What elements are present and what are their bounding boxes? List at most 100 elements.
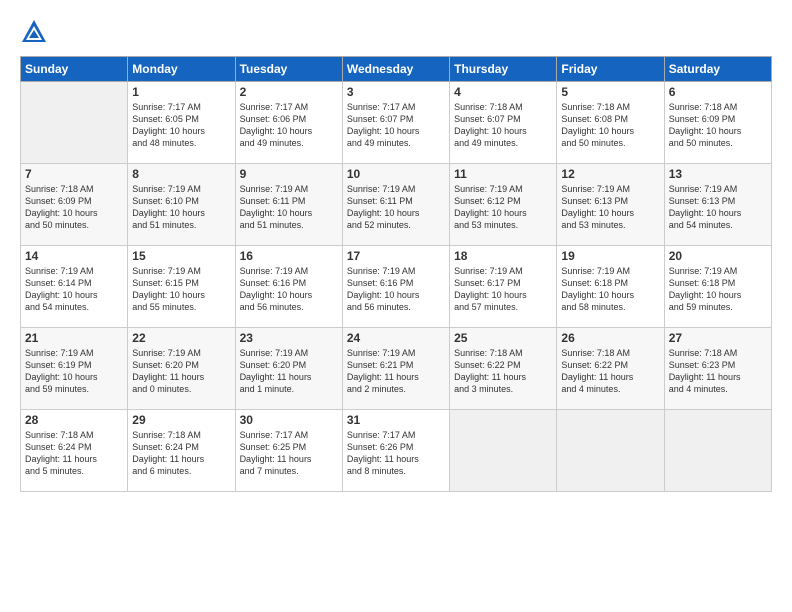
day-info: Sunrise: 7:19 AM Sunset: 6:19 PM Dayligh…	[25, 348, 98, 394]
day-cell: 3 Sunrise: 7:17 AM Sunset: 6:07 PM Daylig…	[342, 82, 449, 164]
day-number: 20	[669, 249, 767, 263]
day-number: 24	[347, 331, 445, 345]
day-number: 14	[25, 249, 123, 263]
day-info: Sunrise: 7:18 AM Sunset: 6:23 PM Dayligh…	[669, 348, 741, 394]
day-info: Sunrise: 7:18 AM Sunset: 6:09 PM Dayligh…	[25, 184, 98, 230]
day-number: 18	[454, 249, 552, 263]
day-info: Sunrise: 7:17 AM Sunset: 6:07 PM Dayligh…	[347, 102, 420, 148]
day-number: 30	[240, 413, 338, 427]
day-cell: 17Sunrise: 7:19 AM Sunset: 6:16 PM Dayli…	[342, 246, 449, 328]
day-info: Sunrise: 7:18 AM Sunset: 6:22 PM Dayligh…	[561, 348, 633, 394]
day-cell: 11 Sunrise: 7:19 AM Sunset: 6:12 PM Dayli…	[450, 164, 557, 246]
day-cell: 30 Sunrise: 7:17 AM Sunset: 6:25 PM Dayli…	[235, 410, 342, 492]
calendar-table: SundayMondayTuesdayWednesdayThursdayFrid…	[20, 56, 772, 492]
day-info: Sunrise: 7:18 AM Sunset: 6:24 PM Dayligh…	[25, 430, 97, 476]
header-cell-friday: Friday	[557, 57, 664, 82]
day-number: 28	[25, 413, 123, 427]
day-number: 10	[347, 167, 445, 181]
day-info: Sunrise: 7:17 AM Sunset: 6:06 PM Dayligh…	[240, 102, 313, 148]
day-cell: 9Sunrise: 7:19 AM Sunset: 6:11 PM Daylig…	[235, 164, 342, 246]
day-cell: 24 Sunrise: 7:19 AM Sunset: 6:21 PM Dayli…	[342, 328, 449, 410]
day-number: 2	[240, 85, 338, 99]
day-cell: 29 Sunrise: 7:18 AM Sunset: 6:24 PM Dayli…	[128, 410, 235, 492]
day-number: 12	[561, 167, 659, 181]
day-info: Sunrise: 7:17 AM Sunset: 6:26 PM Dayligh…	[347, 430, 419, 476]
header-cell-tuesday: Tuesday	[235, 57, 342, 82]
day-number: 26	[561, 331, 659, 345]
day-cell: 15Sunrise: 7:19 AM Sunset: 6:15 PM Dayli…	[128, 246, 235, 328]
day-number: 7	[25, 167, 123, 181]
day-info: Sunrise: 7:19 AM Sunset: 6:15 PM Dayligh…	[132, 266, 205, 312]
day-cell: 7 Sunrise: 7:18 AM Sunset: 6:09 PM Daylig…	[21, 164, 128, 246]
day-cell: 19 Sunrise: 7:19 AM Sunset: 6:18 PM Dayli…	[557, 246, 664, 328]
day-info: Sunrise: 7:19 AM Sunset: 6:20 PM Dayligh…	[132, 348, 204, 394]
logo	[20, 18, 52, 46]
day-info: Sunrise: 7:19 AM Sunset: 6:11 PM Dayligh…	[240, 184, 313, 230]
day-cell	[557, 410, 664, 492]
day-number: 16	[240, 249, 338, 263]
day-number: 1	[132, 85, 230, 99]
header-cell-thursday: Thursday	[450, 57, 557, 82]
week-row-5: 28 Sunrise: 7:18 AM Sunset: 6:24 PM Dayli…	[21, 410, 772, 492]
day-number: 23	[240, 331, 338, 345]
day-info: Sunrise: 7:19 AM Sunset: 6:11 PM Dayligh…	[347, 184, 420, 230]
day-cell: 14Sunrise: 7:19 AM Sunset: 6:14 PM Dayli…	[21, 246, 128, 328]
day-info: Sunrise: 7:19 AM Sunset: 6:13 PM Dayligh…	[669, 184, 742, 230]
day-info: Sunrise: 7:17 AM Sunset: 6:25 PM Dayligh…	[240, 430, 312, 476]
day-number: 19	[561, 249, 659, 263]
day-cell: 6 Sunrise: 7:18 AM Sunset: 6:09 PM Daylig…	[664, 82, 771, 164]
day-cell	[450, 410, 557, 492]
day-cell: 22 Sunrise: 7:19 AM Sunset: 6:20 PM Dayli…	[128, 328, 235, 410]
day-number: 29	[132, 413, 230, 427]
day-cell: 21 Sunrise: 7:19 AM Sunset: 6:19 PM Dayli…	[21, 328, 128, 410]
day-info: Sunrise: 7:19 AM Sunset: 6:21 PM Dayligh…	[347, 348, 419, 394]
day-cell: 5Sunrise: 7:18 AM Sunset: 6:08 PM Daylig…	[557, 82, 664, 164]
day-cell: 12 Sunrise: 7:19 AM Sunset: 6:13 PM Dayli…	[557, 164, 664, 246]
week-row-1: 1 Sunrise: 7:17 AM Sunset: 6:05 PM Daylig…	[21, 82, 772, 164]
day-info: Sunrise: 7:19 AM Sunset: 6:18 PM Dayligh…	[561, 266, 634, 312]
day-info: Sunrise: 7:19 AM Sunset: 6:13 PM Dayligh…	[561, 184, 634, 230]
header-cell-wednesday: Wednesday	[342, 57, 449, 82]
day-cell: 31 Sunrise: 7:17 AM Sunset: 6:26 PM Dayli…	[342, 410, 449, 492]
day-number: 6	[669, 85, 767, 99]
day-info: Sunrise: 7:19 AM Sunset: 6:12 PM Dayligh…	[454, 184, 527, 230]
day-cell: 26 Sunrise: 7:18 AM Sunset: 6:22 PM Dayli…	[557, 328, 664, 410]
day-cell: 8Sunrise: 7:19 AM Sunset: 6:10 PM Daylig…	[128, 164, 235, 246]
day-number: 3	[347, 85, 445, 99]
day-cell: 20 Sunrise: 7:19 AM Sunset: 6:18 PM Dayli…	[664, 246, 771, 328]
day-info: Sunrise: 7:18 AM Sunset: 6:07 PM Dayligh…	[454, 102, 527, 148]
header	[20, 18, 772, 46]
day-info: Sunrise: 7:19 AM Sunset: 6:18 PM Dayligh…	[669, 266, 742, 312]
logo-icon	[20, 18, 48, 46]
day-cell: 13Sunrise: 7:19 AM Sunset: 6:13 PM Dayli…	[664, 164, 771, 246]
day-cell: 28 Sunrise: 7:18 AM Sunset: 6:24 PM Dayli…	[21, 410, 128, 492]
day-info: Sunrise: 7:18 AM Sunset: 6:09 PM Dayligh…	[669, 102, 742, 148]
day-number: 31	[347, 413, 445, 427]
day-cell: 23Sunrise: 7:19 AM Sunset: 6:20 PM Dayli…	[235, 328, 342, 410]
day-number: 8	[132, 167, 230, 181]
day-number: 25	[454, 331, 552, 345]
day-number: 4	[454, 85, 552, 99]
day-number: 22	[132, 331, 230, 345]
day-cell: 27Sunrise: 7:18 AM Sunset: 6:23 PM Dayli…	[664, 328, 771, 410]
day-info: Sunrise: 7:19 AM Sunset: 6:16 PM Dayligh…	[347, 266, 420, 312]
day-info: Sunrise: 7:19 AM Sunset: 6:16 PM Dayligh…	[240, 266, 313, 312]
week-row-2: 7 Sunrise: 7:18 AM Sunset: 6:09 PM Daylig…	[21, 164, 772, 246]
day-info: Sunrise: 7:18 AM Sunset: 6:22 PM Dayligh…	[454, 348, 526, 394]
day-info: Sunrise: 7:18 AM Sunset: 6:08 PM Dayligh…	[561, 102, 634, 148]
day-cell: 2 Sunrise: 7:17 AM Sunset: 6:06 PM Daylig…	[235, 82, 342, 164]
header-row: SundayMondayTuesdayWednesdayThursdayFrid…	[21, 57, 772, 82]
header-cell-saturday: Saturday	[664, 57, 771, 82]
week-row-3: 14Sunrise: 7:19 AM Sunset: 6:14 PM Dayli…	[21, 246, 772, 328]
day-number: 21	[25, 331, 123, 345]
header-cell-monday: Monday	[128, 57, 235, 82]
day-info: Sunrise: 7:18 AM Sunset: 6:24 PM Dayligh…	[132, 430, 204, 476]
day-number: 11	[454, 167, 552, 181]
day-info: Sunrise: 7:19 AM Sunset: 6:17 PM Dayligh…	[454, 266, 527, 312]
calendar-page: SundayMondayTuesdayWednesdayThursdayFrid…	[0, 0, 792, 612]
day-info: Sunrise: 7:17 AM Sunset: 6:05 PM Dayligh…	[132, 102, 205, 148]
day-cell	[21, 82, 128, 164]
day-cell: 1 Sunrise: 7:17 AM Sunset: 6:05 PM Daylig…	[128, 82, 235, 164]
day-cell: 18 Sunrise: 7:19 AM Sunset: 6:17 PM Dayli…	[450, 246, 557, 328]
day-cell: 4 Sunrise: 7:18 AM Sunset: 6:07 PM Daylig…	[450, 82, 557, 164]
